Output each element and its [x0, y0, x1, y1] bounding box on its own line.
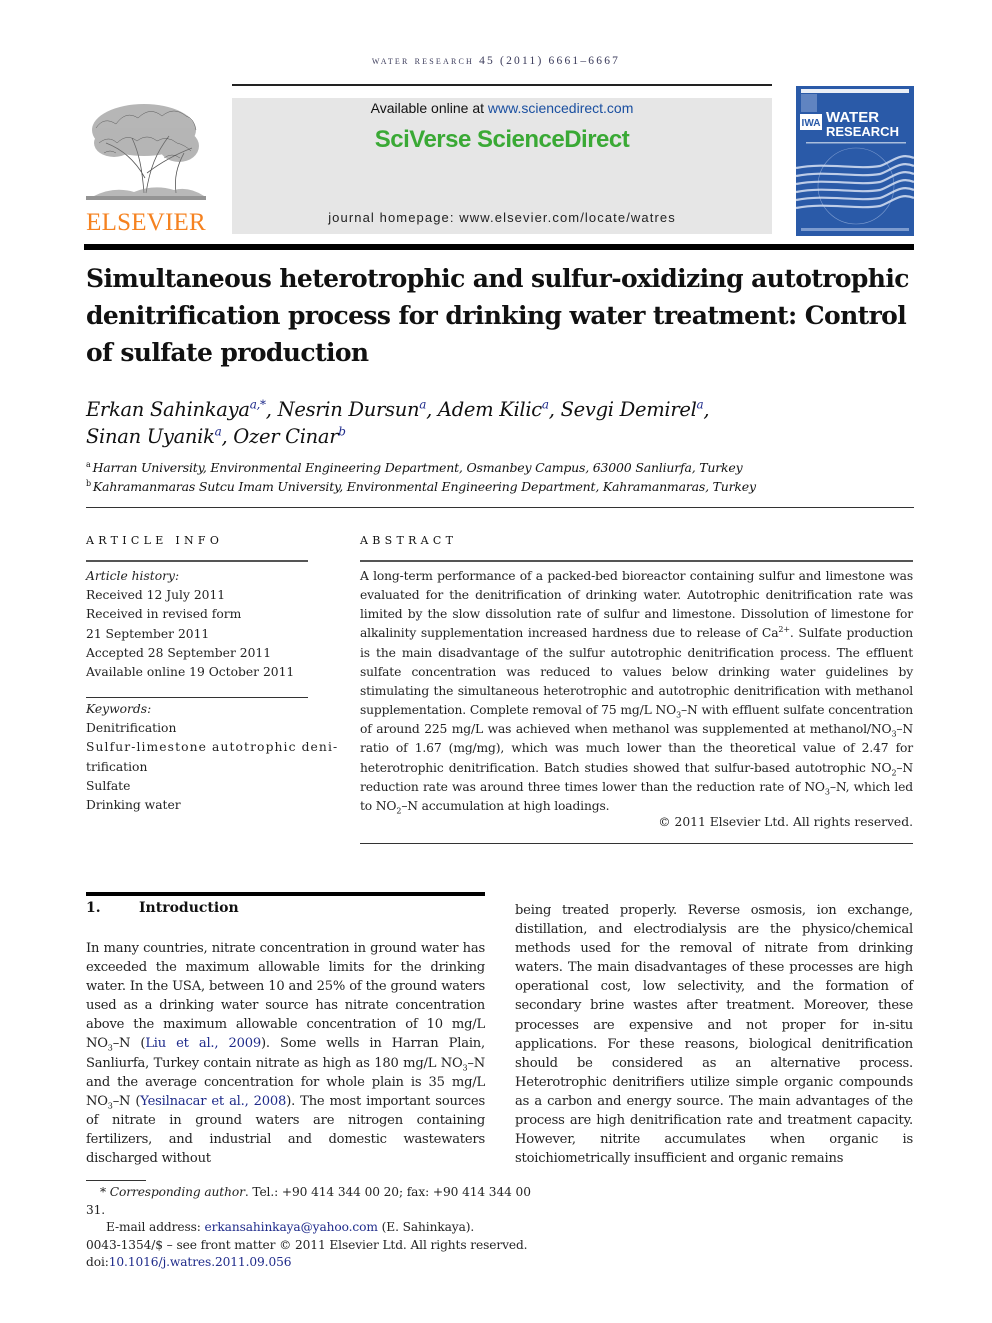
keyword[interactable]: Sulfate — [86, 777, 308, 796]
keyword[interactable]: Sulfur-limestone autotrophic deni- — [86, 738, 337, 757]
keywords-label: Keywords: — [86, 702, 152, 716]
email-link[interactable]: erkansahinkaya@yahoo.com — [205, 1220, 378, 1234]
affiliations-rule — [86, 507, 914, 508]
available-online-text: Available online at www.sciencedirect.co… — [232, 100, 772, 116]
citation-link[interactable]: Yesilnacar et al., 2008 — [140, 1094, 286, 1109]
affiliation: a Harran University, Environmental Engine… — [86, 459, 743, 475]
abstract-text: A long-term performance of a packed-bed … — [360, 569, 914, 816]
author-affil-mark[interactable]: a — [542, 398, 549, 412]
elsevier-wordmark: ELSEVIER — [86, 209, 206, 236]
corresponding-author-note: * Corresponding author. Tel.: +90 414 34… — [86, 1185, 531, 1217]
author[interactable]: Sevgi Demirela — [561, 398, 704, 421]
homepage-link[interactable]: www.elsevier.com/locate/watres — [459, 210, 676, 225]
author-affil-mark[interactable]: a — [697, 398, 704, 412]
history-label: Article history: — [86, 569, 180, 583]
article-history: Article history: Received 12 July 2011 R… — [86, 567, 308, 682]
author-affil-mark[interactable]: b — [338, 425, 346, 439]
doi-line: doi:10.1016/j.watres.2011.09.056 — [86, 1255, 292, 1269]
history-item: 21 September 2011 — [86, 626, 210, 641]
front-matter: 0043-1354/$ – see front matter © 2011 El… — [86, 1237, 528, 1252]
author-list: Erkan Sahinkayaa,*, Nesrin Dursuna, Adem… — [86, 397, 710, 448]
header-thick-rule — [84, 244, 914, 250]
affiliation: b Kahramanmaras Sutcu Imam University, En… — [86, 478, 756, 494]
abstract-heading: ABSTRACT — [360, 534, 458, 547]
journal-cover[interactable]: IWA WATER RESEARCH — [796, 86, 914, 236]
author[interactable]: Nesrin Dursuna — [278, 398, 427, 421]
sciverse-sciencedirect-logo[interactable]: SciVerse ScienceDirect — [232, 126, 772, 154]
abstract-end-rule — [360, 843, 913, 844]
header-rule — [232, 84, 772, 86]
intro-right-column: being treated properly. Reverse osmosis,… — [515, 903, 913, 1167]
author[interactable]: Adem Kilica — [438, 398, 549, 421]
abstract-rule — [360, 560, 913, 562]
homepage-label: journal homepage: — [328, 210, 460, 225]
history-item: Accepted 28 September 2011 — [86, 645, 272, 660]
footnote-rule — [86, 1180, 146, 1181]
author[interactable]: Sinan Uyanika — [86, 425, 222, 448]
author[interactable]: Erkan Sahinkayaa,* — [86, 398, 266, 421]
abstract-copyright: © 2011 Elsevier Ltd. All rights reserved… — [658, 815, 913, 829]
tree-icon — [86, 104, 206, 200]
footnotes: * Corresponding author. Tel.: +90 414 34… — [86, 1184, 546, 1272]
keyword[interactable]: Denitrification — [86, 719, 308, 738]
citation-link[interactable]: Liu et al., 2009 — [145, 1036, 261, 1051]
section-title: Introduction — [139, 900, 239, 916]
history-item: Available online 19 October 2011 — [86, 664, 295, 679]
water-research-cover-icon: IWA WATER RESEARCH — [796, 86, 914, 236]
section-rule — [86, 892, 485, 896]
intro-left-column: In many countries, nitrate concentration… — [86, 941, 486, 1167]
doi-link[interactable]: 10.1016/j.watres.2011.09.056 — [109, 1255, 292, 1269]
keyword[interactable]: Drinking water — [86, 796, 308, 815]
history-item: Received 12 July 2011 — [86, 588, 226, 603]
section-heading-introduction: 1. Introduction — [86, 900, 239, 916]
email-note: E-mail address: erkansahinkaya@yahoo.com… — [106, 1220, 475, 1234]
article-title: Simultaneous heterotrophic and sulfur-ox… — [86, 264, 909, 367]
author[interactable]: Ozer Cinarb — [233, 425, 346, 448]
cover-title-line2: RESEARCH — [826, 124, 899, 139]
keyword[interactable]: trification — [86, 758, 308, 777]
history-item: Received in revised form — [86, 607, 242, 622]
author-affil-mark[interactable]: a — [215, 425, 222, 439]
available-prefix: Available online at — [370, 100, 488, 116]
article-info-rule — [86, 560, 308, 562]
cover-iwa-mark: IWA — [802, 118, 821, 129]
keywords-rule — [86, 697, 308, 698]
author-affil-mark[interactable]: a — [419, 398, 426, 412]
affiliations: a Harran University, Environmental Engine… — [86, 458, 916, 496]
keywords: Keywords: Denitrification Sulfur-limesto… — [86, 700, 337, 815]
article-info-heading: ARTICLE INFO — [86, 534, 224, 547]
journal-homepage: journal homepage: www.elsevier.com/locat… — [232, 210, 772, 225]
author-affil-mark[interactable]: a,* — [250, 398, 266, 412]
sciencedirect-link[interactable]: www.sciencedirect.com — [488, 100, 634, 116]
section-number: 1. — [86, 900, 101, 916]
running-head: WATER RESEARCH 45 (2011) 6661–6667 — [371, 55, 621, 67]
